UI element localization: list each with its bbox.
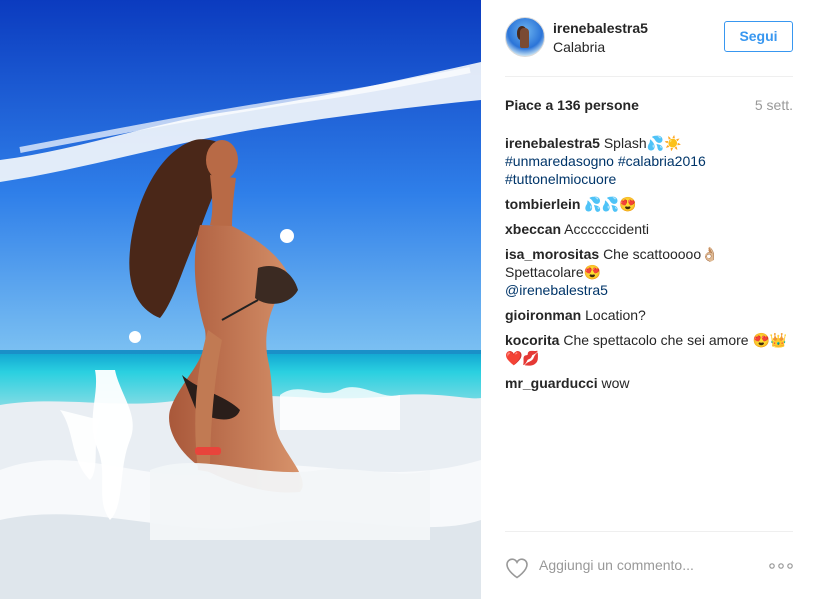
caption-hashtags[interactable]: #tuttonelmiocuore [505, 171, 616, 187]
comment-text: Accccccidenti [564, 221, 649, 237]
comment-username[interactable]: tombierlein [505, 196, 580, 212]
avatar-figure [520, 28, 529, 48]
comment-text: Location? [585, 307, 646, 323]
more-options-icon[interactable] [769, 563, 793, 569]
post-time[interactable]: 5 sett. [755, 97, 793, 113]
caption-username[interactable]: irenebalestra5 [505, 135, 600, 151]
comment-item: tombierlein 💦💦😍 [505, 195, 793, 213]
location-link[interactable]: Calabria [553, 39, 605, 55]
comment-item: gioironman Location? [505, 306, 793, 324]
comment-username[interactable]: xbeccan [505, 221, 561, 237]
username-link[interactable]: irenebalestra5 [553, 20, 648, 36]
avatar[interactable] [505, 17, 545, 57]
comment-item: kocorita Che spettacolo che sei amore 😍👑… [505, 331, 793, 367]
comment-text: wow [601, 375, 630, 391]
comment-text: 💦💦😍 [584, 196, 637, 212]
comment-username[interactable]: mr_guarducci [505, 375, 598, 391]
heart-icon[interactable] [505, 557, 529, 579]
comment-item: xbeccan Accccccidenti [505, 220, 793, 238]
instagram-post: irenebalestra5 Calabria Segui Piace a 13… [0, 0, 815, 599]
comment-item: mr_guarducci wow [505, 374, 793, 392]
comment-item: isa_morositas Che scattooooo👌🏼Spettacola… [505, 245, 793, 299]
add-comment-input[interactable]: Aggiungi un commento... [539, 557, 694, 573]
post-footer: Aggiungi un commento... [505, 531, 793, 600]
comment-username[interactable]: isa_morositas [505, 246, 599, 262]
post-photo[interactable] [0, 0, 481, 599]
comment-username[interactable]: kocorita [505, 332, 559, 348]
caption-hashtags[interactable]: #unmaredasogno #calabria2016 [505, 153, 706, 169]
photo-illustration [0, 0, 481, 599]
caption-text: Splash💦☀️ [603, 135, 682, 151]
follow-button[interactable]: Segui [724, 21, 793, 52]
post-header: irenebalestra5 Calabria Segui [505, 0, 793, 77]
comment-username[interactable]: gioironman [505, 307, 581, 323]
caption: irenebalestra5 Splash💦☀️ #unmaredasogno … [505, 134, 793, 188]
comments-list: irenebalestra5 Splash💦☀️ #unmaredasogno … [505, 134, 793, 399]
likes-count[interactable]: Piace a 136 persone [505, 97, 639, 113]
post-details-panel: irenebalestra5 Calabria Segui Piace a 13… [481, 0, 815, 599]
likes-row: Piace a 136 persone 5 sett. [505, 97, 793, 115]
comment-mention[interactable]: @irenebalestra5 [505, 282, 608, 298]
